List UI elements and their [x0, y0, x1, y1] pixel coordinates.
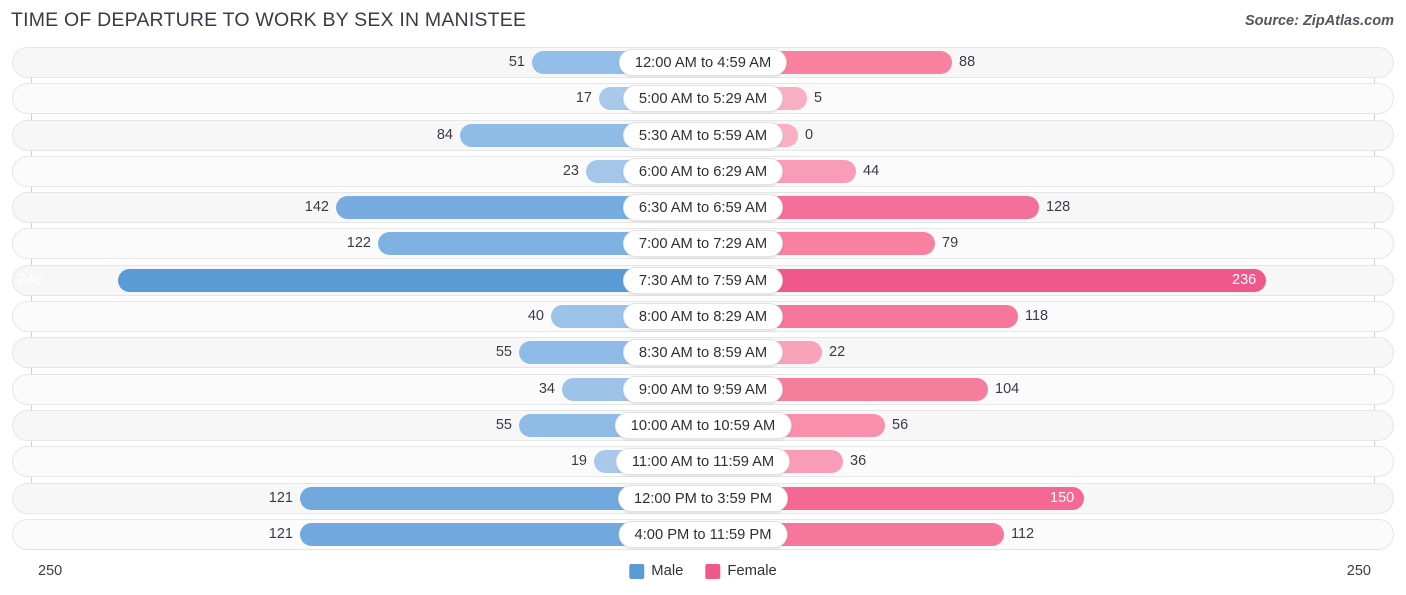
bar-value-female: 128: [1046, 199, 1071, 216]
bar-value-male: 246: [18, 271, 43, 288]
table-row[interactable]: 23 44 6:00 AM to 6:29 AM: [0, 155, 1406, 187]
page-title: TIME OF DEPARTURE TO WORK BY SEX IN MANI…: [11, 9, 527, 31]
bar-value-female: 56: [892, 416, 909, 433]
table-row[interactable]: 122 79 7:00 AM to 7:29 AM: [0, 228, 1406, 260]
axis-tick-right: 250: [1346, 563, 1371, 579]
table-row[interactable]: 40 118 8:00 AM to 8:29 AM: [0, 301, 1406, 333]
bar-value-male: 142: [304, 199, 329, 216]
table-row[interactable]: 51 88 12:00 AM to 4:59 AM: [0, 47, 1406, 78]
bar-value-female: 112: [1011, 525, 1035, 542]
bar-value-female: 36: [850, 453, 867, 470]
category-label: 8:30 AM to 8:59 AM: [622, 339, 784, 367]
bar-value-male: 122: [346, 235, 371, 252]
category-label: 9:00 AM to 9:59 AM: [622, 375, 784, 403]
category-label: 12:00 AM to 4:59 AM: [618, 49, 788, 76]
chart-legend: Male Female: [629, 563, 777, 579]
category-label: 6:00 AM to 6:29 AM: [622, 157, 784, 185]
table-row[interactable]: 34 104 9:00 AM to 9:59 AM: [0, 373, 1406, 405]
bar-value-male: 84: [436, 126, 453, 143]
category-label: 6:30 AM to 6:59 AM: [622, 194, 784, 222]
bar-value-male: 40: [527, 308, 544, 325]
bar-value-female: 118: [1025, 308, 1049, 325]
table-row[interactable]: 121 112 4:00 PM to 11:59 PM: [0, 518, 1406, 550]
category-label: 4:00 PM to 11:59 PM: [618, 520, 788, 548]
bar-male[interactable]: [118, 268, 703, 292]
source-attribution: Source: ZipAtlas.com: [1244, 13, 1394, 29]
bar-value-female: 44: [863, 162, 880, 179]
chart-plot-area: 51 88 12:00 AM to 4:59 AM 17 5 5:00 AM to 5:2…: [0, 47, 1406, 552]
bar-value-male: 55: [495, 416, 512, 433]
legend-label-male: Male: [651, 563, 684, 579]
bar-value-female: 150: [1050, 489, 1075, 506]
legend-item-male[interactable]: Male: [629, 563, 683, 579]
axis-tick-left: 250: [38, 563, 63, 579]
bar-female[interactable]: [703, 268, 1266, 292]
table-row[interactable]: 84 0 5:30 AM to 5:59 AM: [0, 119, 1406, 151]
category-label: 8:00 AM to 8:29 AM: [622, 303, 784, 331]
bar-value-male: 17: [575, 90, 592, 107]
bar-value-female: 5: [814, 90, 823, 107]
category-label: 5:00 AM to 5:29 AM: [622, 85, 784, 113]
legend-swatch-female-icon: [705, 563, 721, 579]
legend-swatch-male-icon: [629, 563, 645, 579]
table-row[interactable]: 142 128 6:30 AM to 6:59 AM: [0, 192, 1406, 224]
bar-value-female: 0: [805, 126, 814, 143]
chart-footer: 250 250 Male Female: [0, 553, 1406, 595]
bar-value-male: 19: [570, 453, 587, 470]
table-row[interactable]: 246 236 7:30 AM to 7:59 AM: [0, 264, 1406, 296]
bar-value-female: 79: [942, 235, 959, 252]
bar-value-male: 23: [562, 162, 579, 179]
table-row[interactable]: 121 150 12:00 PM to 3:59 PM: [0, 482, 1406, 514]
category-label: 7:30 AM to 7:59 AM: [622, 266, 784, 294]
chart-header: TIME OF DEPARTURE TO WORK BY SEX IN MANI…: [0, 0, 1406, 40]
category-label: 10:00 AM to 10:59 AM: [614, 411, 792, 439]
bar-value-male: 51: [508, 54, 525, 70]
bar-value-male: 121: [268, 525, 293, 542]
category-label: 12:00 PM to 3:59 PM: [618, 484, 788, 512]
category-label: 11:00 AM to 11:59 AM: [615, 448, 791, 476]
bar-value-male: 34: [538, 380, 555, 397]
bar-row-list: 51 88 12:00 AM to 4:59 AM 17 5 5:00 AM to 5:2…: [0, 47, 1406, 555]
table-row[interactable]: 55 22 8:30 AM to 8:59 AM: [0, 337, 1406, 369]
table-row[interactable]: 17 5 5:00 AM to 5:29 AM: [0, 83, 1406, 115]
bar-value-female: 88: [959, 54, 976, 70]
table-row[interactable]: 55 56 10:00 AM to 10:59 AM: [0, 409, 1406, 441]
bar-value-male: 121: [268, 489, 293, 506]
legend-item-female[interactable]: Female: [705, 563, 777, 579]
chart-page: TIME OF DEPARTURE TO WORK BY SEX IN MANI…: [0, 0, 1406, 595]
table-row[interactable]: 19 36 11:00 AM to 11:59 AM: [0, 446, 1406, 478]
bar-value-female: 236: [1232, 271, 1257, 288]
legend-label-female: Female: [727, 563, 777, 579]
bar-value-female: 22: [829, 344, 846, 361]
category-label: 5:30 AM to 5:59 AM: [622, 121, 784, 149]
bar-value-female: 104: [995, 380, 1020, 397]
bar-value-male: 55: [495, 344, 512, 361]
category-label: 7:00 AM to 7:29 AM: [622, 230, 784, 258]
